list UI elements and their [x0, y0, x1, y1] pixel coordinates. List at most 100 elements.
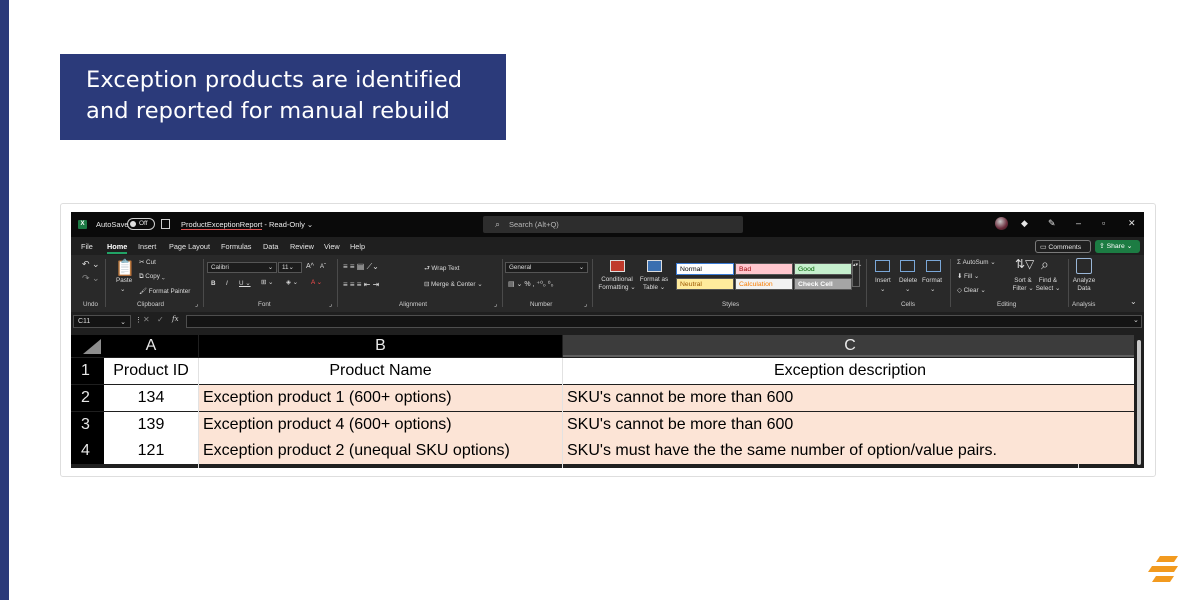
- tab-formulas[interactable]: Formulas: [221, 242, 251, 251]
- vertical-scrollbar[interactable]: [1134, 330, 1144, 468]
- expand-formula-icon[interactable]: ⌄: [1133, 316, 1139, 324]
- ribbon-collapse-icon[interactable]: ⌄: [1130, 297, 1137, 306]
- select-all-corner[interactable]: [71, 335, 104, 357]
- share-button[interactable]: ⇪ Share ⌄: [1095, 240, 1140, 253]
- format-as-table-icon[interactable]: [647, 260, 662, 272]
- analyze-data-icon[interactable]: [1076, 258, 1092, 274]
- comments-button[interactable]: ▭ Comments: [1035, 240, 1091, 253]
- cell-style-calculation[interactable]: Calculation: [735, 278, 793, 290]
- paste-dropdown-icon[interactable]: ⌄: [120, 286, 125, 293]
- number-format-select[interactable]: General ⌄: [505, 262, 588, 273]
- user-avatar[interactable]: [995, 217, 1008, 230]
- tab-insert[interactable]: Insert: [138, 242, 156, 251]
- analyze-data-button[interactable]: Analyze Data: [1070, 277, 1098, 293]
- tab-data[interactable]: Data: [263, 242, 278, 251]
- tab-help[interactable]: Help: [350, 242, 365, 251]
- copy-button[interactable]: ⧉ Copy ⌄: [139, 273, 165, 281]
- clipboard-launcher-icon[interactable]: ⌟: [195, 301, 198, 308]
- cell-a1[interactable]: Product ID: [104, 358, 198, 384]
- font-size-select[interactable]: 11⌄: [278, 262, 302, 273]
- enter-icon[interactable]: ✓: [157, 315, 164, 324]
- formula-input[interactable]: [186, 315, 1142, 328]
- diamond-icon[interactable]: ◆: [1021, 218, 1028, 229]
- paste-label[interactable]: Paste: [116, 277, 132, 284]
- tab-file[interactable]: File: [81, 242, 93, 251]
- accounting-format-icon[interactable]: ▤ ⌄ % , ⁺⁰₀ ⁰₀: [508, 280, 554, 288]
- redo-icon[interactable]: ↷ ⌄: [82, 273, 100, 284]
- alignment-launcher-icon[interactable]: ⌟: [494, 301, 497, 308]
- minimize-icon[interactable]: –: [1076, 218, 1081, 228]
- row-header-2[interactable]: 2: [71, 385, 104, 411]
- format-cells-icon[interactable]: [926, 260, 941, 272]
- cancel-icon[interactable]: ✕: [143, 315, 150, 324]
- restore-icon[interactable]: ▫: [1102, 218, 1105, 228]
- increase-font-icon[interactable]: A^: [306, 263, 314, 270]
- conditional-formatting-button[interactable]: Conditional Formatting ⌄: [595, 276, 639, 292]
- cell-a4[interactable]: 121: [104, 438, 198, 464]
- align-left-icon[interactable]: ≡ ≡ ≡ ⇤ ⇥: [343, 280, 379, 289]
- delete-dropdown-icon[interactable]: ⌄: [905, 286, 910, 293]
- styles-scroll-icon[interactable]: ▴▾⌄: [852, 260, 862, 287]
- sort-filter-icon[interactable]: ⇅▽: [1015, 257, 1034, 271]
- cell-style-neutral[interactable]: Neutral: [676, 278, 734, 290]
- cell-b4[interactable]: Exception product 2 (unequal SKU options…: [199, 438, 562, 464]
- cell-style-normal[interactable]: Normal: [676, 263, 734, 275]
- insert-button[interactable]: Insert: [875, 277, 891, 284]
- fill-button[interactable]: ⬇ Fill ⌄: [957, 273, 979, 280]
- italic-button[interactable]: I: [226, 280, 228, 287]
- underline-button[interactable]: U ⌄: [239, 280, 251, 287]
- row-header-1[interactable]: 1: [71, 358, 104, 384]
- pen-icon[interactable]: ✎: [1048, 218, 1056, 229]
- find-select-button[interactable]: Find & Select ⌄: [1033, 277, 1063, 293]
- cell-style-check-cell[interactable]: Check Cell: [794, 278, 852, 290]
- row-header-4[interactable]: 4: [71, 438, 104, 464]
- font-color-icon[interactable]: A ⌄: [311, 279, 322, 286]
- font-name-select[interactable]: Calibri ⌄: [207, 262, 277, 273]
- insert-function-icon[interactable]: fx: [172, 315, 179, 323]
- cell-a3[interactable]: 139: [104, 412, 198, 438]
- find-select-icon[interactable]: ⌕: [1041, 256, 1049, 273]
- cell-b3[interactable]: Exception product 4 (600+ options): [199, 412, 562, 438]
- name-box[interactable]: C11 ⌄: [73, 315, 131, 328]
- delete-button[interactable]: Delete: [899, 277, 917, 284]
- row-header-3[interactable]: 3: [71, 412, 104, 438]
- format-button[interactable]: Format: [922, 277, 942, 284]
- format-painter-button[interactable]: 🖌 Format Painter: [139, 287, 190, 295]
- format-dropdown-icon[interactable]: ⌄: [930, 286, 935, 293]
- column-header-a[interactable]: A: [104, 335, 198, 357]
- undo-icon[interactable]: ↶ ⌄: [82, 259, 100, 270]
- cell-c2[interactable]: SKU's cannot be more than 600: [563, 385, 1137, 411]
- tab-review[interactable]: Review: [290, 242, 314, 251]
- delete-cells-icon[interactable]: [900, 260, 915, 272]
- insert-dropdown-icon[interactable]: ⌄: [880, 286, 885, 293]
- merge-center-button[interactable]: ⊟ Merge & Center ⌄: [424, 281, 483, 288]
- save-icon[interactable]: [161, 219, 170, 229]
- cell-c3[interactable]: SKU's cannot be more than 600: [563, 412, 1137, 438]
- conditional-formatting-icon[interactable]: [610, 260, 625, 272]
- tab-home[interactable]: Home: [107, 242, 128, 254]
- cell-style-good[interactable]: Good: [794, 263, 852, 275]
- close-icon[interactable]: ✕: [1128, 218, 1136, 229]
- column-header-c[interactable]: C: [563, 335, 1137, 357]
- font-launcher-icon[interactable]: ⌟: [329, 301, 332, 308]
- cut-button[interactable]: ✂ Cut: [139, 259, 156, 266]
- cell-style-bad[interactable]: Bad: [735, 263, 793, 275]
- scrollbar-thumb[interactable]: [1137, 340, 1141, 465]
- autosave-toggle[interactable]: Off: [127, 218, 155, 230]
- insert-cells-icon[interactable]: [875, 260, 890, 272]
- search-box[interactable]: ⌕ Search (Alt+Q): [483, 216, 743, 233]
- cell-c4[interactable]: SKU's must have the the same number of o…: [563, 438, 1137, 464]
- formula-more-icon[interactable]: ⋮: [135, 316, 142, 324]
- fill-color-icon[interactable]: ◈ ⌄: [286, 279, 298, 286]
- cell-c1[interactable]: Exception description: [563, 358, 1137, 384]
- file-name[interactable]: ProductExceptionReport - Read-Only ⌄: [181, 220, 313, 230]
- column-header-b[interactable]: B: [199, 335, 562, 357]
- cell-b1[interactable]: Product Name: [199, 358, 562, 384]
- wrap-text-button[interactable]: ⮐ Wrap Text: [424, 263, 460, 274]
- clear-button[interactable]: ◇ Clear ⌄: [957, 287, 986, 294]
- borders-icon[interactable]: ⊞ ⌄: [261, 279, 273, 286]
- autosum-button[interactable]: Σ AutoSum ⌄: [957, 259, 996, 266]
- tab-page-layout[interactable]: Page Layout: [169, 242, 210, 251]
- align-top-icon[interactable]: ≡ ≡ ▤ ⟋⌄: [343, 262, 379, 272]
- number-launcher-icon[interactable]: ⌟: [584, 301, 587, 308]
